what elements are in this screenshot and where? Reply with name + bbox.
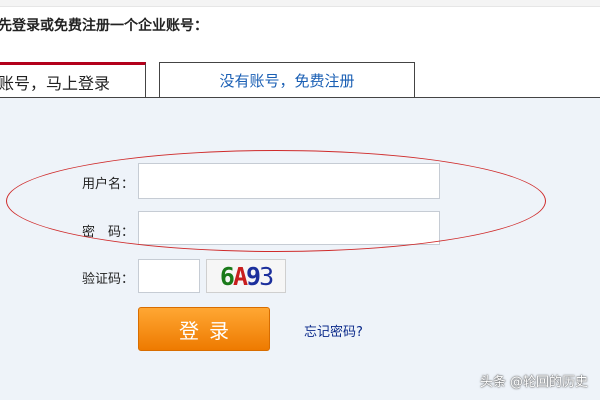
- tab-login[interactable]: 账号，马上登录: [0, 62, 146, 99]
- tab-register[interactable]: 没有账号，免费注册: [159, 62, 415, 98]
- captcha-input[interactable]: [138, 259, 200, 293]
- password-input[interactable]: [138, 211, 440, 245]
- captcha-image[interactable]: 6 A 9 3: [206, 259, 286, 293]
- captcha-char: 3: [259, 261, 274, 291]
- username-input[interactable]: [138, 163, 440, 199]
- tab-login-label: 账号，马上登录: [0, 74, 111, 93]
- captcha-char: 6: [219, 261, 235, 291]
- top-strip: [0, 0, 600, 7]
- login-button-label: 登录: [179, 318, 239, 343]
- forgot-password-link[interactable]: 忘记密码?: [304, 321, 363, 340]
- login-panel: [0, 98, 600, 400]
- login-button[interactable]: 登录: [138, 307, 270, 351]
- captcha-label: 验证码：: [82, 272, 135, 287]
- captcha-char: A: [232, 261, 248, 291]
- password-label: 密 码：: [82, 225, 135, 240]
- page-heading: 先登录或免费注册一个企业账号：: [0, 18, 208, 34]
- watermark: 头条 @轮回的历史: [479, 375, 588, 390]
- username-label: 用户名：: [82, 177, 135, 192]
- tab-register-label: 没有账号，免费注册: [219, 72, 355, 90]
- captcha-char: 9: [246, 261, 261, 291]
